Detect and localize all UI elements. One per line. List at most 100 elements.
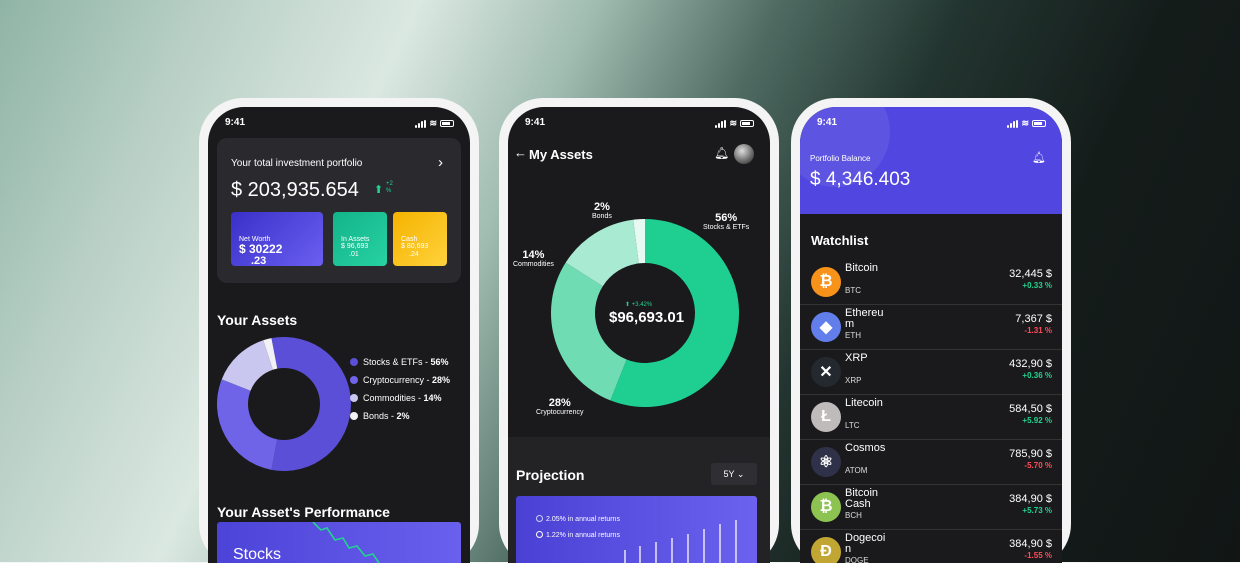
coin-change: +0.36 % <box>1022 371 1052 380</box>
back-arrow-icon[interactable]: ← <box>514 145 527 160</box>
watchlist-row[interactable]: Ð Dogecoin DOGE 384,90 $ -1.55 % <box>800 531 1062 563</box>
coin-name: XRP <box>845 352 868 364</box>
phone-watchlist: Portfolio Balance $ 4,346.403 🔔︎ 9:41 ≋ … <box>791 98 1071 563</box>
portfolio-change: +2% <box>386 181 393 194</box>
projection-bars <box>624 520 737 563</box>
watchlist-row[interactable]: ₿ Bitcoin Cash BCH 384,90 $ +5.73 % <box>800 486 1062 530</box>
bell-icon[interactable]: 🔔︎ <box>1032 151 1046 164</box>
signal-icon <box>415 119 427 128</box>
xrp-icon: ✕ <box>811 357 841 387</box>
watchlist-screen: Portfolio Balance $ 4,346.403 🔔︎ 9:41 ≋ … <box>800 107 1062 563</box>
coin-symbol: BTC <box>845 286 861 295</box>
card-value-cents: .24 <box>409 251 419 258</box>
label-stocks: 56% Stocks & ETFs <box>703 212 750 231</box>
label-commodities: 14% Commodities <box>513 249 554 268</box>
assets-donut-chart <box>217 337 351 471</box>
watchlist-row[interactable]: Ł Litecoin LTC 584,50 $ +5.92 % <box>800 396 1062 440</box>
cash-card[interactable]: Cash $ 80,693 .24 <box>393 212 447 266</box>
dogecoin-icon: Ð <box>811 537 841 563</box>
coin-price: 7,367 $ <box>1015 313 1052 325</box>
coin-change: +0.33 % <box>1022 281 1052 290</box>
coin-change: -5.70 % <box>1024 461 1052 470</box>
watchlist-title: Watchlist <box>811 233 869 248</box>
period-select[interactable]: 5Y ⌄ <box>711 463 757 485</box>
signal-icon <box>1007 119 1019 128</box>
donut-slice <box>217 379 278 470</box>
coin-change: -1.31 % <box>1024 326 1052 335</box>
coin-price: 32,445 $ <box>1009 268 1052 280</box>
status-bar: 9:41 ≋ <box>508 117 770 131</box>
chevron-right-icon[interactable]: › <box>438 154 443 171</box>
coin-name: Ethereum <box>845 307 884 330</box>
card-label: In Assets <box>341 236 370 243</box>
watchlist-row[interactable]: ₿ Bitcoin BTC 32,445 $ +0.33 % <box>800 261 1062 305</box>
bitcoin-cash-icon: ₿ <box>811 492 841 522</box>
signal-icon <box>715 119 727 128</box>
projection-title: Projection <box>516 467 585 483</box>
donut-slice <box>551 262 627 401</box>
in-assets-card[interactable]: In Assets $ 96,693 .01 <box>333 212 387 266</box>
legend-dot <box>350 412 358 420</box>
portfolio-summary-card[interactable]: Your total investment portfolio › $ 203,… <box>217 138 461 283</box>
balance-label: Portfolio Balance <box>810 154 871 163</box>
projection-section: Projection 5Y ⌄ 2.05% in annual returns … <box>508 437 770 563</box>
coin-name: Dogecoin <box>845 532 886 555</box>
wifi-icon: ≋ <box>429 118 437 128</box>
wifi-icon: ≋ <box>1021 118 1029 128</box>
chevron-down-icon: ⌄ <box>736 469 745 479</box>
portfolio-value: $ 203,935.654 <box>231 179 359 201</box>
status-time: 9:41 <box>225 117 246 128</box>
litecoin-icon: Ł <box>811 402 841 432</box>
your-assets-title: Your Assets <box>217 312 298 328</box>
bell-icon[interactable]: 🔔︎ <box>714 146 729 160</box>
legend-item: Bonds - 2% <box>350 411 410 421</box>
legend-dot <box>350 376 358 384</box>
card-value: $ 30222 <box>239 242 283 256</box>
card-value-cents: .01 <box>349 251 359 258</box>
coin-name: Bitcoin Cash <box>845 487 879 510</box>
center-change: ⬆ +3.42% <box>625 302 653 308</box>
performance-line-icon <box>312 522 380 563</box>
arrow-up-icon: ⬆ <box>374 184 384 196</box>
status-time: 9:41 <box>525 117 546 128</box>
battery-icon <box>1032 120 1046 127</box>
my-assets-screen: 9:41 ≋ ← My Assets 🔔︎ ⬆ +3.42% $96,693.0… <box>508 107 770 563</box>
donut-slice <box>271 337 351 471</box>
legend-item: Commodities - 14% <box>350 393 442 403</box>
battery-icon <box>440 120 454 127</box>
card-value: $ 96,693 <box>341 243 369 250</box>
watchlist-row[interactable]: ◆ Ethereum ETH 7,367 $ -1.31 % <box>800 306 1062 350</box>
phone-portfolio: 9:41 ≋ Your total investment portfolio ›… <box>199 98 479 563</box>
label-crypto: 28% Cryptocurrency <box>536 397 584 416</box>
coin-name: Bitcoin <box>845 262 879 274</box>
status-time: 9:41 <box>817 117 838 128</box>
bitcoin-icon: ₿ <box>811 267 841 297</box>
center-value: $96,693.01 <box>609 309 685 326</box>
coin-price: 384,90 $ <box>1009 538 1052 550</box>
watchlist-row[interactable]: ✕ XRP XRP 432,90 $ +0.36 % <box>800 351 1062 395</box>
avatar[interactable] <box>734 144 754 164</box>
portfolio-label: Your total investment portfolio <box>231 158 363 169</box>
cosmos-icon: ⚛ <box>811 447 841 477</box>
battery-icon <box>740 120 754 127</box>
legend-dot <box>350 394 358 402</box>
projection-chart-card[interactable]: 2.05% in annual returns 1.22% in annual … <box>516 496 757 563</box>
status-bar: 9:41 ≋ <box>800 117 1062 131</box>
balance-value: $ 4,346.403 <box>810 169 911 190</box>
watchlist-row[interactable]: ⚛ Cosmos ATOM 785,90 $ -5.70 % <box>800 441 1062 485</box>
coin-symbol: BCH <box>845 511 862 520</box>
status-bar: 9:41 ≋ <box>208 117 470 131</box>
legend-dot <box>350 358 358 366</box>
coin-price: 432,90 $ <box>1009 358 1052 370</box>
coin-price: 584,50 $ <box>1009 403 1052 415</box>
performance-card[interactable]: Stocks <box>217 522 461 563</box>
portfolio-screen: 9:41 ≋ Your total investment portfolio ›… <box>208 107 470 563</box>
coin-symbol: DOGE <box>845 556 869 563</box>
coin-price: 785,90 $ <box>1009 448 1052 460</box>
coin-symbol: XRP <box>845 376 862 385</box>
ethereum-icon: ◆ <box>811 312 841 342</box>
net-worth-card[interactable]: Net Worth $ 30222 .23 <box>231 212 323 266</box>
wifi-icon: ≋ <box>729 118 737 128</box>
phone-my-assets: 9:41 ≋ ← My Assets 🔔︎ ⬆ +3.42% $96,693.0… <box>499 98 779 563</box>
card-value-cents: .23 <box>251 255 267 266</box>
